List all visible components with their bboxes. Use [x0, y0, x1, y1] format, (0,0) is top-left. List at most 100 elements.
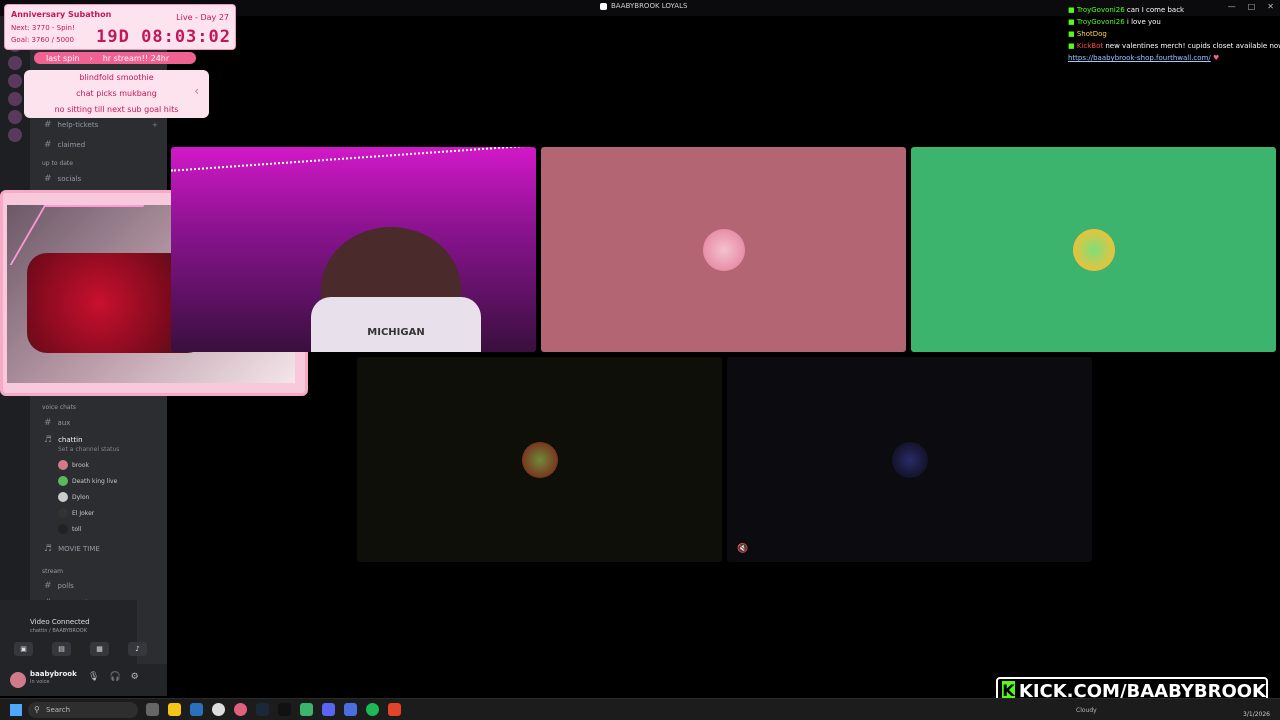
- user-panel: baabybrook In voice 🎙 🎧 ⚙: [0, 664, 167, 696]
- voice-user[interactable]: toll: [58, 524, 81, 534]
- folder-icon[interactable]: [190, 703, 203, 716]
- channel-polls[interactable]: # polls: [44, 581, 74, 591]
- last-spin-bar: last spin › hr stream!! 24hr: [34, 52, 196, 64]
- subathon-title: Anniversary Subathon: [11, 10, 112, 19]
- app-icon[interactable]: [300, 703, 313, 716]
- channel-socials[interactable]: # socials: [44, 174, 81, 184]
- voice-user[interactable]: El Joker: [58, 508, 94, 518]
- hash-icon: #: [44, 418, 52, 428]
- avatar: [58, 492, 68, 502]
- activities-icon[interactable]: ▦: [90, 642, 109, 656]
- chat-link[interactable]: https://baabybrook-shop.fourthwall.com/: [1068, 54, 1211, 62]
- voice-user[interactable]: Death king live: [58, 476, 117, 486]
- video-tile-user[interactable]: [541, 147, 906, 352]
- windows-start-icon[interactable]: [10, 704, 22, 716]
- tiktok-icon[interactable]: [278, 703, 291, 716]
- kick-badge-icon: ■: [1068, 18, 1077, 26]
- weather-widget[interactable]: Cloudy: [1076, 707, 1097, 714]
- shirt-text: MICHIGAN: [311, 297, 481, 352]
- category-up-to-date[interactable]: up to date: [42, 160, 73, 167]
- discord-icon: [600, 2, 607, 10]
- server-icon[interactable]: [8, 92, 22, 106]
- window-title-text: BAABYBROOK LOYALS: [611, 2, 688, 10]
- goal-item: no sitting till next sub goal hits: [54, 105, 179, 114]
- chevron-left-icon: ‹: [194, 84, 199, 98]
- avatar: [891, 441, 928, 478]
- app-icon[interactable]: [234, 703, 247, 716]
- camera-icon[interactable]: ▣: [14, 642, 33, 656]
- voice-controls: ▣ ▤ ▦ ♪: [14, 642, 147, 656]
- category-stream[interactable]: stream: [42, 568, 63, 575]
- category-voice-chats[interactable]: voice chats: [42, 404, 76, 411]
- chat-overlay: ■ TroyGovoni26 can I come back ■ TroyGov…: [1068, 4, 1280, 64]
- channel-aux[interactable]: # aux: [44, 418, 70, 428]
- avatar: [58, 460, 68, 470]
- chat-text: can I come back: [1126, 6, 1185, 14]
- voice-connected-status: Video Connected: [30, 618, 90, 626]
- discord-icon[interactable]: [322, 703, 335, 716]
- goal-item: chat picks mukbang: [76, 89, 157, 98]
- channel-help-tickets[interactable]: # help-tickets +: [44, 120, 158, 130]
- voice-user[interactable]: Dylon: [58, 492, 89, 502]
- server-icon[interactable]: [8, 56, 22, 70]
- last-spin-value: hr stream!! 24hr: [102, 53, 170, 63]
- search-icon: ⚲: [34, 705, 40, 714]
- taskbar: ⚲ Search Cloudy 3/1/2026: [0, 698, 1280, 720]
- avatar: [58, 476, 68, 486]
- goal-progress: Goal: 3760 / 5000: [11, 36, 74, 44]
- video-tile-user[interactable]: 🔇: [727, 357, 1092, 562]
- channel-label: polls: [57, 582, 74, 590]
- screen-share-icon[interactable]: ▤: [52, 642, 71, 656]
- channel-movie-time[interactable]: ♬ MOVIE TIME: [44, 544, 100, 554]
- kick-badge-icon: ■: [1068, 6, 1077, 14]
- video-tile-camera[interactable]: MICHIGAN: [171, 147, 536, 352]
- string-lights: [171, 147, 536, 200]
- voice-channel-name[interactable]: chattin / BAABYBROOK: [30, 628, 87, 634]
- voice-user-name: Death king live: [72, 477, 118, 485]
- soundboard-icon[interactable]: ♪: [128, 642, 147, 656]
- next-goal: Next: 3770 - Spin!: [11, 24, 75, 32]
- settings-icon[interactable]: ⚙: [131, 672, 139, 682]
- brave-icon[interactable]: [388, 703, 401, 716]
- microphone-icon[interactable]: 🎙: [88, 672, 99, 682]
- video-tile-user[interactable]: [357, 357, 722, 562]
- hash-icon: #: [44, 581, 52, 591]
- server-icon[interactable]: [8, 110, 22, 124]
- voice-user-name: Dylon: [72, 493, 90, 501]
- channel-chattin[interactable]: ♬ chattin: [44, 435, 83, 445]
- chat-message: ■ KickBot new valentines merch! cupids c…: [1068, 40, 1280, 52]
- task-view-icon[interactable]: [146, 703, 159, 716]
- server-icon[interactable]: [8, 74, 22, 88]
- obs-icon[interactable]: [344, 703, 357, 716]
- avatar: [58, 508, 68, 518]
- screen: BAABYBROOK LOYALS — □ ✕ # help-tickets +…: [0, 0, 1280, 720]
- add-icon[interactable]: +: [152, 121, 158, 129]
- steam-icon[interactable]: [256, 703, 269, 716]
- taskbar-search[interactable]: ⚲ Search: [28, 702, 138, 718]
- live-day: Live - Day 27: [176, 13, 229, 22]
- video-tile-user[interactable]: [911, 147, 1276, 352]
- chrome-icon[interactable]: [212, 703, 225, 716]
- headphones-icon[interactable]: 🎧: [109, 672, 120, 682]
- system-tray[interactable]: 3/1/2026: [1243, 701, 1270, 719]
- user-name[interactable]: baabybrook: [30, 670, 77, 678]
- taskbar-apps: [146, 703, 401, 716]
- avatar[interactable]: [10, 672, 26, 688]
- channel-status[interactable]: Set a channel status: [58, 446, 119, 453]
- voice-user-name: El Joker: [72, 509, 95, 517]
- channel-claimed[interactable]: # claimed: [44, 140, 85, 150]
- heart-icon: ♥: [1212, 54, 1220, 62]
- search-label: Search: [46, 706, 71, 714]
- spotify-icon[interactable]: [366, 703, 379, 716]
- file-explorer-icon[interactable]: [168, 703, 181, 716]
- hash-icon: #: [44, 174, 52, 184]
- subathon-timer: 19D 08:03:02: [96, 27, 231, 47]
- goal-item: blindfold smoothie: [79, 73, 154, 82]
- date-label: 3/1/2026: [1243, 711, 1270, 718]
- chat-username: KickBot: [1076, 42, 1104, 50]
- server-icon[interactable]: [8, 128, 22, 142]
- avatar: [521, 441, 558, 478]
- voice-user[interactable]: brook: [58, 460, 89, 470]
- user-controls: 🎙 🎧 ⚙: [88, 672, 139, 682]
- channel-label: aux: [57, 419, 71, 427]
